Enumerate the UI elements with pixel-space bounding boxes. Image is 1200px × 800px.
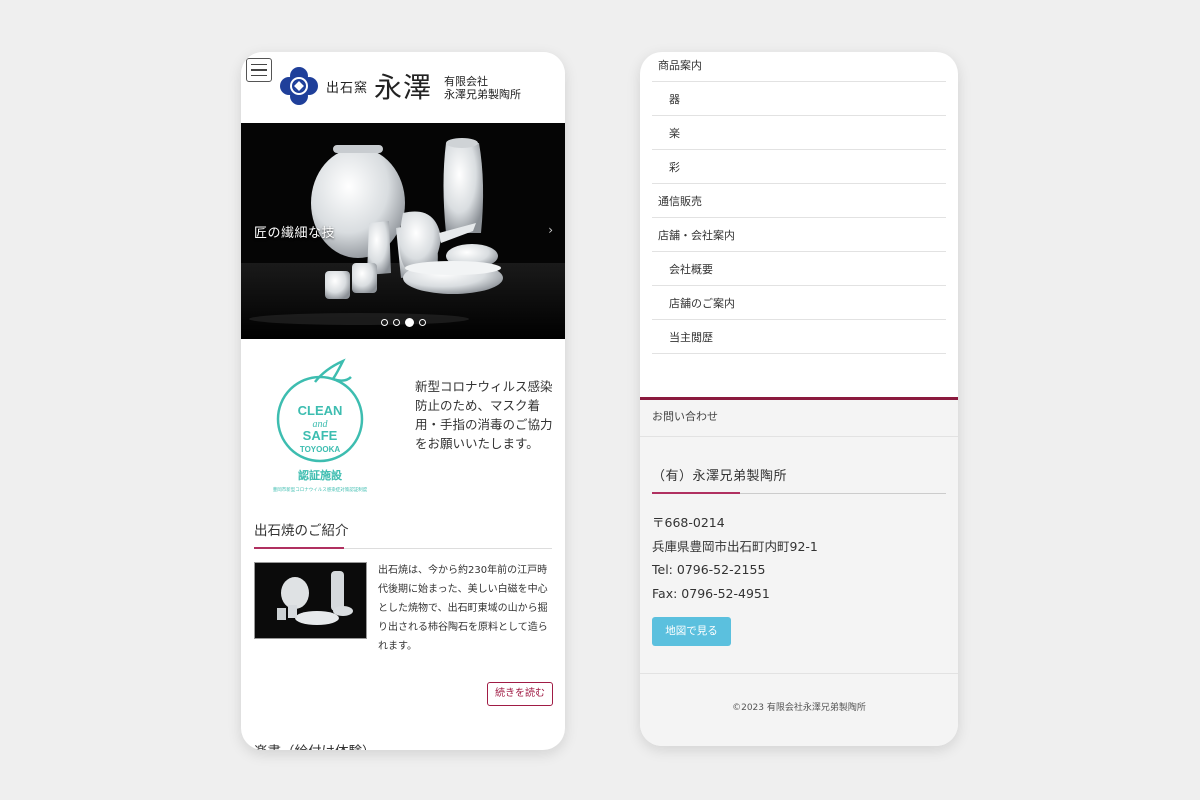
- logo-company-name: 有限会社 永澤兄弟製陶所: [444, 75, 521, 101]
- menu-item-owner-history[interactable]: 当主閲歴: [652, 320, 946, 354]
- section-divider-accent: [254, 547, 344, 549]
- company-line-1: 有限会社: [444, 75, 489, 88]
- site-logo[interactable]: 出石窯 永澤 有限会社 永澤兄弟製陶所: [277, 66, 521, 106]
- badge-cert-label: 認証施設: [298, 468, 343, 482]
- logo-kiln-name: 出石窯: [326, 80, 369, 96]
- carousel-dot[interactable]: [418, 319, 426, 326]
- menu-item-sai[interactable]: 彩: [652, 150, 946, 184]
- intro-text-block: 出石焼は、今から約230年前の江戸時代後期に始まった、美しい白磁を中心とした焼物…: [254, 561, 554, 657]
- read-more-button[interactable]: 続きを読む: [487, 682, 553, 706]
- site-footer: お問い合わせ （有）永澤兄弟製陶所 〒668-0214 兵庫県豊岡市出石町内町9…: [640, 397, 958, 746]
- fax: Fax: 0796-52-4951: [652, 585, 770, 601]
- section-divider: [254, 547, 552, 549]
- badge-line-3: SAFE: [303, 428, 338, 443]
- menu-bar-icon: [251, 69, 267, 71]
- carousel-dot-active[interactable]: [404, 318, 414, 327]
- carousel-next-icon[interactable]: ›: [548, 223, 553, 237]
- covid-notice-text: 新型コロナウィルス感染防止のため、マスク着用・手指の消毒のご協力をお願いいたしま…: [415, 379, 553, 451]
- badge-fine-print: 豊岡市新型コロナウイルス感染症対策認証制度: [273, 486, 368, 493]
- logo-main-name: 永澤: [374, 71, 433, 104]
- hero-caption: 匠の繊細な技: [254, 226, 336, 241]
- workshop-section-title: 楽書（絵付け体験）: [254, 740, 376, 750]
- badge-line-4: TOYOOKA: [300, 445, 341, 454]
- copyright: ©2023 有限会社永澤兄弟製陶所: [732, 703, 866, 713]
- intro-description: 出石焼は、今から約230年前の江戸時代後期に始まった、美しい白磁を中心とした焼物…: [378, 565, 548, 652]
- company-divider-accent: [652, 492, 740, 494]
- intro-section-title: 出石焼のご紹介: [254, 523, 349, 539]
- family-crest-icon: [280, 67, 318, 105]
- badge-line-1: CLEAN: [298, 403, 343, 418]
- menu-item-store-company[interactable]: 店舗・会社案内: [652, 218, 946, 252]
- menu-item-mail-order[interactable]: 通信販売: [652, 184, 946, 218]
- telephone: Tel: 0796-52-2155: [652, 562, 766, 577]
- notice-section: CLEAN and SAFE TOYOOKA 認証施設 豊岡市新型コロナウイルス…: [241, 339, 565, 519]
- footer-divider: [640, 673, 958, 674]
- menu-item-utsuwa[interactable]: 器: [652, 82, 946, 116]
- street-address: 兵庫県豊岡市出石町内町92-1: [652, 538, 818, 554]
- company-line-2: 永澤兄弟製陶所: [444, 88, 522, 101]
- right-phone-screen: 商品案内 器 楽 彩 通信販売 店舗・会社案内 会社概要 店舗のご案内 当主閲歴…: [640, 52, 958, 746]
- address-block: 〒668-0214 兵庫県豊岡市出石町内町92-1 Tel: 0796-52-2…: [652, 511, 818, 605]
- carousel-dot[interactable]: [392, 319, 400, 326]
- contact-heading: お問い合わせ: [640, 400, 958, 437]
- menu-bar-icon: [251, 63, 267, 66]
- view-map-button[interactable]: 地図で見る: [652, 617, 731, 646]
- site-header: 出石窯 永澤 有限会社 永澤兄弟製陶所: [241, 52, 565, 123]
- menu-item-company-overview[interactable]: 会社概要: [652, 252, 946, 286]
- menu-item-raku[interactable]: 楽: [652, 116, 946, 150]
- menu-item-products[interactable]: 商品案内: [652, 52, 946, 82]
- carousel-dots: [241, 318, 565, 327]
- hamburger-menu-button[interactable]: [246, 58, 272, 82]
- company-divider: [652, 492, 946, 494]
- hero-carousel[interactable]: 匠の繊細な技 ›: [241, 123, 565, 339]
- left-phone-screen: 出石窯 永澤 有限会社 永澤兄弟製陶所 匠の繊細な技 › CLEAN and S…: [241, 52, 565, 750]
- menu-bar-icon: [251, 74, 267, 77]
- company-name: （有）永澤兄弟製陶所: [652, 469, 788, 484]
- carousel-dot[interactable]: [380, 319, 388, 326]
- menu-item-store-guide[interactable]: 店舗のご案内: [652, 286, 946, 320]
- nav-menu: 商品案内 器 楽 彩 通信販売 店舗・会社案内 会社概要 店舗のご案内 当主閲歴: [652, 52, 946, 354]
- postal-code: 〒668-0214: [652, 515, 725, 530]
- clean-safe-toyooka-badge: CLEAN and SAFE TOYOOKA 認証施設 豊岡市新型コロナウイルス…: [273, 358, 368, 493]
